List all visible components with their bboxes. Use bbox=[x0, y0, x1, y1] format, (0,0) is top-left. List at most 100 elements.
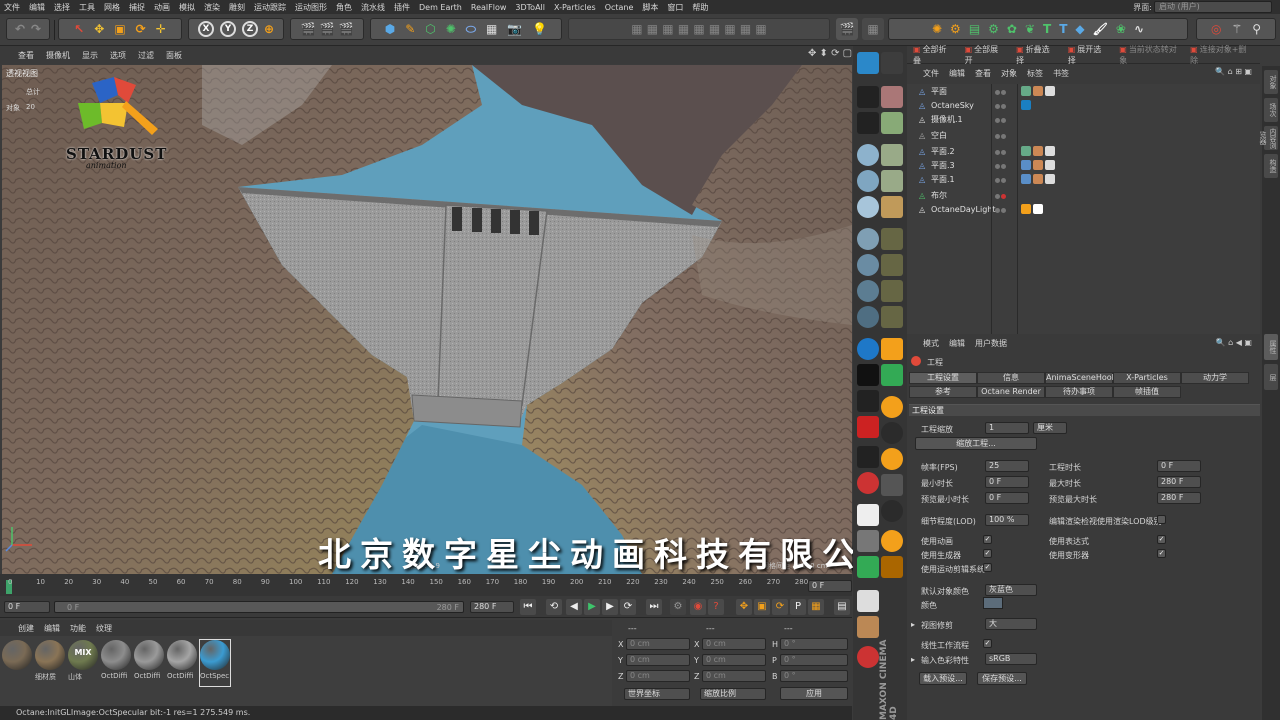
input-color-expand-icon[interactable]: ▸ bbox=[911, 655, 915, 664]
layout-select[interactable]: 启动 (用户) bbox=[1154, 1, 1272, 13]
visibility-dots[interactable] bbox=[995, 192, 1007, 199]
color-swatch[interactable] bbox=[983, 597, 1003, 609]
menu-item[interactable]: X-Particles bbox=[554, 3, 596, 12]
object-row[interactable]: ◬ 平面.3 bbox=[907, 158, 1260, 172]
lod-render-checkbox[interactable] bbox=[1157, 515, 1166, 524]
x-axis-button[interactable]: X bbox=[197, 21, 214, 37]
preview-max-field[interactable]: 280 F bbox=[1157, 492, 1201, 504]
material-swatch[interactable]: OctSpec bbox=[199, 639, 231, 687]
points-mode-icon[interactable] bbox=[881, 144, 903, 166]
current-frame-field[interactable]: 0 F bbox=[808, 580, 852, 592]
s-tool-icon[interactable] bbox=[881, 448, 903, 470]
object-tag-icon[interactable] bbox=[1033, 146, 1043, 156]
menu-item[interactable]: 流水线 bbox=[361, 2, 385, 13]
sphere-icon[interactable] bbox=[857, 280, 879, 302]
sphere-icon[interactable] bbox=[857, 306, 879, 328]
visibility-dots[interactable] bbox=[995, 132, 1007, 139]
object-tag-icon[interactable] bbox=[1045, 146, 1055, 156]
y-axis-button[interactable]: Y bbox=[219, 21, 236, 37]
sculpt-icon[interactable]: ❀ bbox=[1116, 22, 1126, 36]
display-icon[interactable] bbox=[857, 390, 879, 412]
sun-icon[interactable] bbox=[857, 364, 879, 386]
timeline-ruler[interactable]: 0 10 20 30 40 50 60 70 80 90 100 110 120 130 140 150 160… bbox=[0, 574, 852, 596]
cube-icon[interactable]: ⬢ bbox=[385, 22, 395, 36]
help-icon[interactable] bbox=[857, 472, 879, 494]
material-menu-item[interactable]: 纹理 bbox=[96, 623, 112, 634]
side-tab[interactable]: 场次 bbox=[1264, 98, 1278, 122]
viewport-menu-item[interactable]: 摄像机 bbox=[46, 50, 70, 61]
object-tag-icon[interactable] bbox=[1021, 146, 1031, 156]
lock-icon[interactable] bbox=[881, 52, 903, 74]
fps-field[interactable]: 25 bbox=[985, 460, 1029, 472]
wand-icon[interactable]: ⚚ bbox=[1231, 22, 1242, 36]
coordinate-system-icon[interactable]: ⊕ bbox=[264, 22, 274, 36]
menu-item[interactable]: 选择 bbox=[54, 2, 70, 13]
octane-render-icon[interactable]: ▦ bbox=[862, 18, 884, 40]
spline-icon[interactable]: ∿ bbox=[1134, 22, 1144, 36]
prev-frame-icon[interactable]: ◀ bbox=[566, 599, 582, 615]
menu-item[interactable]: RealFlow bbox=[471, 3, 507, 12]
viewport-menu-item[interactable]: 选项 bbox=[110, 50, 126, 61]
object-tag-icon[interactable] bbox=[1045, 174, 1055, 184]
polygons-mode-icon[interactable] bbox=[881, 196, 903, 218]
apply-button[interactable]: 应用 bbox=[780, 687, 848, 700]
render-settings-icon[interactable]: 🎬 bbox=[338, 22, 353, 36]
om-menu-item[interactable]: 书签 bbox=[1053, 68, 1069, 79]
menu-item[interactable]: 运动跟踪 bbox=[254, 2, 286, 13]
attribute-tab[interactable]: 参考 bbox=[909, 386, 977, 398]
realflow-icon[interactable]: ◆ bbox=[1075, 22, 1084, 36]
om-menu-item[interactable]: 文件 bbox=[923, 68, 939, 79]
attribute-menu-item[interactable]: 用户数据 bbox=[975, 338, 1007, 349]
menu-item[interactable]: 脚本 bbox=[642, 2, 658, 13]
material-menu-item[interactable]: 创建 bbox=[18, 623, 34, 634]
menu-item[interactable]: 捕捉 bbox=[129, 2, 145, 13]
object-row[interactable]: ◬ 平面 bbox=[907, 84, 1260, 98]
z-axis-button[interactable]: Z bbox=[241, 21, 258, 37]
leaf-icon[interactable]: ❦ bbox=[1025, 22, 1035, 36]
material-swatch[interactable]: MIX 山体 bbox=[68, 640, 98, 686]
pin-icon[interactable]: ⚲ bbox=[1252, 22, 1261, 36]
recent-tool-icon[interactable]: ✛ bbox=[156, 22, 166, 36]
attribute-menu-item[interactable]: 编辑 bbox=[949, 338, 965, 349]
timeline-menu-icon[interactable]: ▤ bbox=[834, 599, 850, 615]
end-frame-field[interactable]: 280 F bbox=[470, 601, 514, 613]
object-tag-icon[interactable] bbox=[1021, 100, 1031, 110]
menu-item[interactable]: 运动图形 bbox=[295, 2, 327, 13]
object-tag-icon[interactable] bbox=[1021, 174, 1031, 184]
object-tag-icon[interactable] bbox=[1021, 204, 1031, 214]
live-select-icon[interactable]: ↖ bbox=[74, 22, 84, 36]
om-menu-item[interactable]: 对象 bbox=[1001, 68, 1017, 79]
workplane-icon[interactable] bbox=[881, 306, 903, 328]
extra-tool-icon[interactable] bbox=[881, 556, 903, 578]
visibility-dots[interactable] bbox=[995, 148, 1007, 155]
sphere-icon[interactable] bbox=[857, 196, 879, 218]
use-deform-checkbox[interactable]: ✓ bbox=[1157, 549, 1166, 558]
object-tag-icon[interactable] bbox=[1021, 86, 1031, 96]
attribute-nav-icons[interactable]: 🔍 ⌂ ◀ ▣ bbox=[1216, 338, 1252, 347]
prev-key-icon[interactable]: ⟲ bbox=[546, 599, 562, 615]
menu-item[interactable]: 窗口 bbox=[667, 2, 683, 13]
attribute-tab[interactable]: 待办事项 bbox=[1045, 386, 1113, 398]
size-field[interactable]: 0 cm bbox=[702, 670, 766, 682]
model-mode-icon[interactable]: ▦ ▦ ▦ ▦ ▦ ▦ ▦ ▦ ▦ bbox=[631, 22, 766, 36]
object-row[interactable]: ◬ 空白 bbox=[907, 128, 1260, 142]
gear-icon[interactable] bbox=[857, 86, 879, 108]
scale-icon[interactable]: ▣ bbox=[114, 22, 125, 36]
attribute-tab[interactable]: 信息 bbox=[977, 372, 1045, 384]
angle-icon[interactable] bbox=[881, 338, 903, 360]
goto-start-icon[interactable]: ⏮ bbox=[520, 599, 536, 615]
material-swatch[interactable]: OctDiffi bbox=[167, 640, 197, 686]
attribute-menu-item[interactable]: 模式 bbox=[923, 338, 939, 349]
scale-field[interactable]: 1 bbox=[985, 422, 1029, 434]
rotate-icon[interactable]: ⟳ bbox=[136, 22, 146, 36]
cloner-icon[interactable]: ✺ bbox=[446, 22, 456, 36]
viewport-menu-item[interactable]: 查看 bbox=[18, 50, 34, 61]
spheres-icon[interactable] bbox=[881, 364, 903, 386]
default-color-select[interactable]: 灰蓝色 bbox=[985, 584, 1037, 596]
object-tag-icon[interactable] bbox=[1033, 204, 1043, 214]
record-sphere-icon[interactable] bbox=[857, 646, 879, 668]
key-move-icon[interactable]: ✥ bbox=[736, 599, 752, 615]
visibility-dots[interactable] bbox=[995, 176, 1007, 183]
goto-end-icon[interactable]: ⏭ bbox=[646, 599, 662, 615]
gear-icon[interactable]: ⚙ bbox=[988, 22, 999, 36]
